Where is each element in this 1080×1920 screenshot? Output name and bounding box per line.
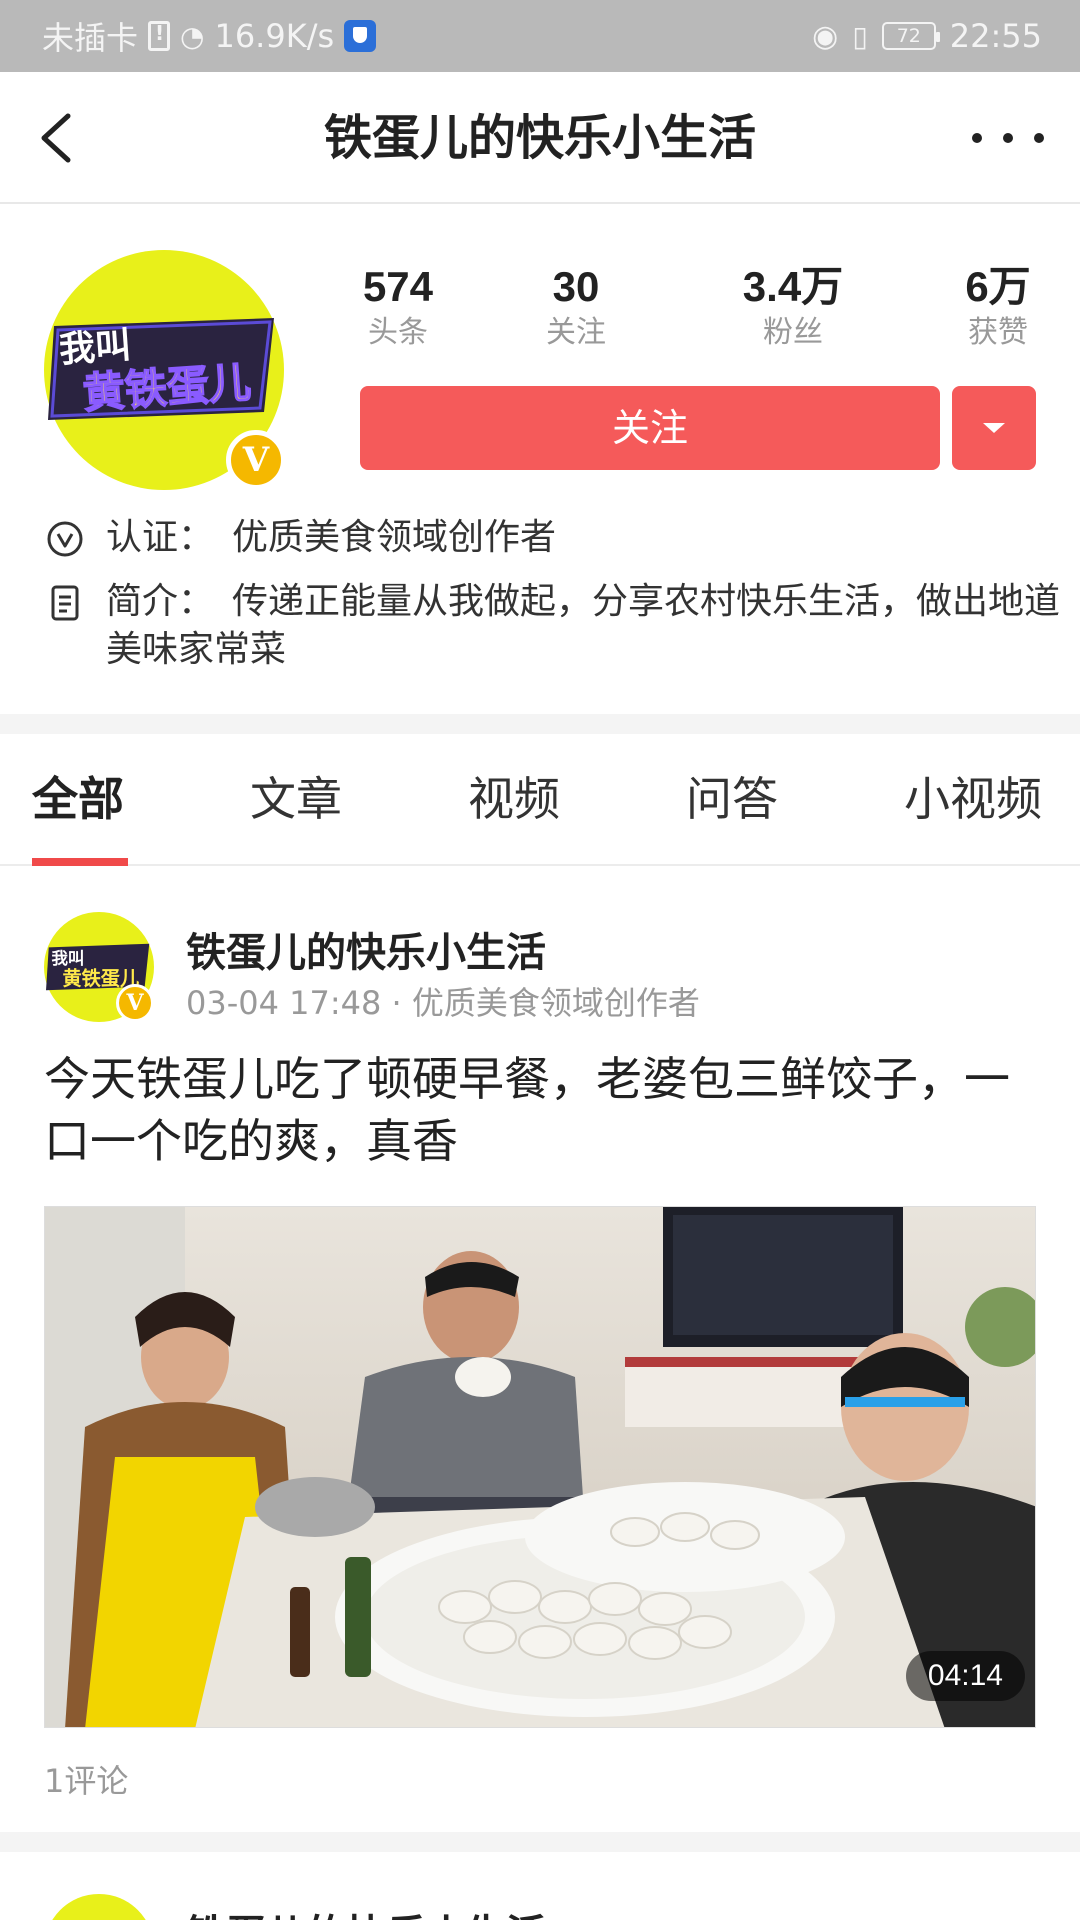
tab-videos[interactable]: 视频 — [468, 734, 560, 864]
post-title[interactable]: 今天铁蛋儿吃了顿硬早餐，老婆包三鲜饺子，一口一个吃的爽，真香 — [44, 1048, 1034, 1172]
tab-short-videos[interactable]: 小视频 — [904, 734, 1042, 864]
network-speed: 16.9K/s — [214, 17, 335, 55]
stat-likes[interactable]: 6万 获赞 — [960, 262, 1036, 354]
avatar-logo-text-1: 我叫 — [51, 949, 84, 968]
tab-all[interactable]: 全部 — [32, 734, 124, 864]
back-arrow-icon — [41, 113, 71, 163]
content-tabs: 全部 文章 视频 问答 小视频 — [0, 734, 1080, 866]
feed-post-next[interactable]: 铁蛋儿的快乐小生活 — [0, 1852, 1080, 1920]
follow-dropdown-button[interactable] — [952, 386, 1036, 470]
back-button[interactable] — [28, 102, 100, 174]
tab-articles[interactable]: 文章 — [250, 734, 342, 864]
section-divider — [0, 714, 1080, 734]
profile-stats: 574 头条 30 关注 3.4万 粉丝 6万 获赞 — [360, 262, 1036, 352]
stat-value: 6万 — [965, 263, 1031, 310]
stat-label: 获赞 — [968, 315, 1028, 350]
document-icon — [51, 585, 79, 621]
comment-count[interactable]: 1评论 — [44, 1756, 128, 1802]
tab-qa[interactable]: 问答 — [686, 734, 778, 864]
feed-post[interactable]: 我叫 黄铁蛋儿 V 铁蛋儿的快乐小生活 03-04 17:48 · 优质美食领域… — [0, 866, 1080, 1832]
verified-badge-icon: V — [226, 430, 286, 490]
avatar-logo-text-1: 我叫 — [58, 325, 133, 371]
carrier-text: 未插卡 — [42, 19, 139, 57]
status-left: 未插卡 ◔ 16.9K/s — [42, 0, 377, 72]
verification-row: 认证： 优质美食领域创作者 — [46, 514, 1046, 562]
vibrate-icon: ▯ — [852, 19, 868, 53]
page-title: 铁蛋儿的快乐小生活 — [323, 110, 756, 166]
clock: 22:55 — [949, 17, 1042, 55]
stat-value: 30 — [552, 263, 600, 310]
stat-label: 粉丝 — [763, 315, 823, 350]
top-nav-bar: 铁蛋儿的快乐小生活 — [0, 72, 1080, 204]
stat-following[interactable]: 30 关注 — [546, 262, 606, 354]
dot-icon — [972, 133, 982, 143]
post-author-name[interactable]: 铁蛋儿的快乐小生活 — [186, 1902, 546, 1920]
more-options-button[interactable] — [972, 112, 1044, 164]
verified-circle-icon — [47, 521, 83, 557]
eye-icon: ◉ — [812, 18, 839, 54]
shield-app-icon — [344, 20, 377, 52]
post-author-name[interactable]: 铁蛋儿的快乐小生活 — [186, 920, 546, 978]
intro-text: 传递正能量从我做起，分享农村快乐生活，做出地道美味家常菜 — [106, 581, 1061, 670]
status-bar: 未插卡 ◔ 16.9K/s ◉ ▯ 72 22:55 — [0, 0, 1080, 72]
post-meta: 03-04 17:48 · 优质美食领域创作者 — [186, 984, 700, 1022]
stat-label: 头条 — [368, 315, 428, 350]
active-tab-indicator — [32, 858, 128, 866]
intro-row: 简介： 传递正能量从我做起，分享农村快乐生活，做出地道美味家常菜 — [46, 578, 1060, 674]
dot-icon — [1034, 133, 1044, 143]
video-duration: 04:14 — [905, 1651, 1025, 1701]
post-author-avatar[interactable]: 我叫 黄铁蛋儿 V — [44, 912, 154, 1022]
verified-badge-icon: V — [116, 984, 154, 1022]
sim-alert-icon — [148, 21, 171, 51]
video-thumbnail[interactable]: 04:14 — [44, 1206, 1036, 1728]
follow-button[interactable]: 关注 — [360, 386, 940, 470]
verification-value: 优质美食领域创作者 — [232, 517, 557, 558]
status-right: ◉ ▯ 72 22:55 — [812, 0, 1042, 72]
dot-icon — [1003, 133, 1013, 143]
profile-card: 我叫 黄铁蛋儿 V 574 头条 30 关注 3.4万 粉丝 6万 获赞 关注 … — [0, 206, 1080, 714]
battery-icon: 72 — [881, 22, 940, 50]
verification-label: 认证： — [106, 517, 215, 558]
profile-avatar[interactable]: 我叫 黄铁蛋儿 V — [44, 250, 286, 490]
stat-headlines[interactable]: 574 头条 — [360, 262, 436, 354]
stat-value: 3.4万 — [742, 263, 844, 310]
wifi-icon: ◔ — [180, 19, 205, 53]
stat-followers[interactable]: 3.4万 粉丝 — [738, 262, 848, 354]
stat-value: 574 — [362, 263, 434, 310]
stat-label: 关注 — [546, 315, 606, 350]
channel-logo: 我叫 黄铁蛋儿 — [48, 318, 274, 420]
section-divider — [0, 1832, 1080, 1852]
post-author-avatar[interactable] — [44, 1894, 154, 1920]
video-thumbnail-scene — [45, 1207, 1035, 1727]
